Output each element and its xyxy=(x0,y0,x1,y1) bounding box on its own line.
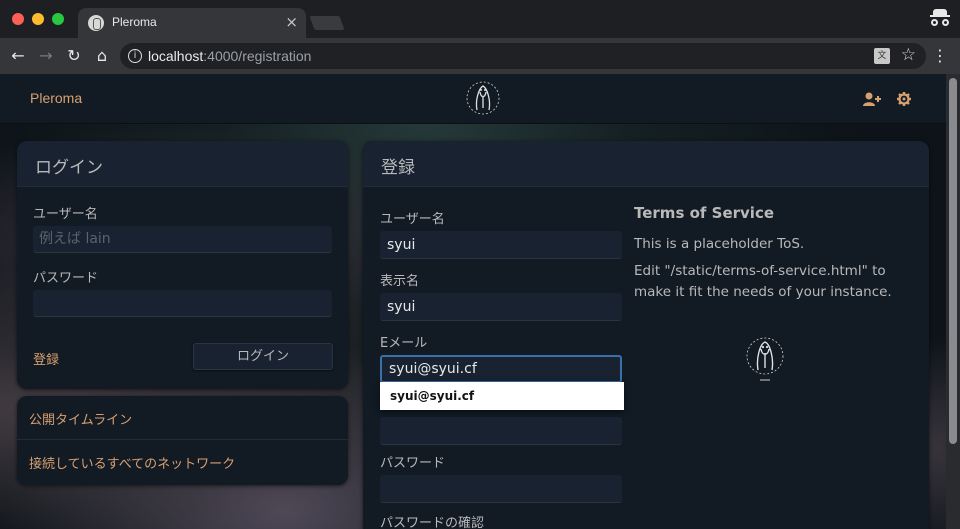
reg-email-input[interactable]: syui@syui.cf xyxy=(380,355,622,383)
user-plus-icon[interactable] xyxy=(863,92,881,106)
pleroma-favicon-icon xyxy=(88,15,104,31)
minimize-window-button[interactable] xyxy=(32,13,44,25)
reg-display-name-field: 表示名 syui xyxy=(380,270,622,321)
login-username-input[interactable]: 例えば lain xyxy=(33,226,332,253)
reg-password-input[interactable] xyxy=(380,475,622,503)
reg-display-name-input[interactable]: syui xyxy=(380,293,622,321)
new-tab-button[interactable] xyxy=(309,16,345,30)
page-viewport: Pleroma ログイン ユーザー名 例えば lain パスワード 登録 ログイ… xyxy=(0,74,946,529)
forward-icon[interactable]: → xyxy=(36,46,56,66)
reg-bio-input[interactable] xyxy=(380,417,622,445)
tos-paragraph-2: Edit "/static/terms-of-service.html" to … xyxy=(634,263,892,300)
menu-icon[interactable]: ⋮ xyxy=(932,46,948,66)
url-path: :4000/registration xyxy=(203,48,312,64)
tab-title: Pleroma xyxy=(112,15,157,29)
timeline-nav-panel: 公開タイムライン 接続しているすべてのネットワーク xyxy=(17,396,348,485)
address-bar[interactable]: i localhost:4000/registration 文 ☆ xyxy=(120,43,926,69)
url-host: localhost xyxy=(148,48,204,64)
reg-password-field: パスワード xyxy=(380,452,622,503)
browser-toolbar: ← → ↻ ⌂ i localhost:4000/registration 文 … xyxy=(0,38,960,74)
reload-icon[interactable]: ↻ xyxy=(64,46,84,66)
translate-icon[interactable]: 文 xyxy=(874,48,890,64)
reg-username-field: ユーザー名 syui xyxy=(380,208,622,259)
site-navbar: Pleroma xyxy=(0,74,946,124)
register-link[interactable]: 登録 xyxy=(33,349,59,368)
username-label: ユーザー名 xyxy=(33,207,98,222)
login-panel: ログイン ユーザー名 例えば lain パスワード 登録 ログイン xyxy=(17,141,348,389)
registration-panel: 登録 ユーザー名 syui 表示名 syui Eメール syui@syui.cf… xyxy=(363,141,929,529)
reg-username-input[interactable]: syui xyxy=(380,231,622,259)
login-heading: ログイン xyxy=(17,141,348,187)
scrollbar-thumb[interactable] xyxy=(949,78,957,444)
home-icon[interactable]: ⌂ xyxy=(92,46,112,66)
federated-timeline-link[interactable]: 接続しているすべてのネットワーク xyxy=(17,440,348,484)
page-scrollbar[interactable] xyxy=(946,74,960,529)
site-name-link[interactable]: Pleroma xyxy=(30,90,82,106)
reg-email-field: Eメール syui@syui.cf xyxy=(380,332,622,383)
tab-close-icon[interactable]: × xyxy=(285,13,298,31)
info-icon[interactable]: i xyxy=(128,49,142,63)
password-label: パスワード xyxy=(33,271,99,286)
maximize-window-button[interactable] xyxy=(52,13,64,25)
reg-email-label: Eメール xyxy=(380,336,428,351)
reg-display-name-label: 表示名 xyxy=(380,274,420,289)
cog-icon[interactable] xyxy=(897,92,911,106)
tos-paragraph-1: This is a placeholder ToS. xyxy=(634,236,805,252)
pleroma-logo xyxy=(746,337,784,381)
reg-bio-field xyxy=(380,417,622,445)
url-text[interactable]: localhost:4000/registration xyxy=(148,48,311,64)
reg-password-confirm-field: パスワードの確認 xyxy=(380,512,622,529)
close-window-button[interactable] xyxy=(12,13,24,25)
email-autocomplete-option[interactable]: syui@syui.cf xyxy=(380,382,624,410)
star-icon[interactable]: ☆ xyxy=(901,45,916,65)
terms-of-service: Terms of Service This is a placeholder T… xyxy=(634,203,914,309)
browser-tab-bar: Pleroma × xyxy=(0,0,960,38)
browser-tab[interactable]: Pleroma × xyxy=(78,8,306,38)
reg-password-label: パスワード xyxy=(380,456,446,471)
back-icon[interactable]: ← xyxy=(8,46,28,66)
login-password-input[interactable] xyxy=(33,290,332,317)
tos-heading: Terms of Service xyxy=(634,204,775,222)
pleroma-logo[interactable] xyxy=(463,78,503,118)
public-timeline-link[interactable]: 公開タイムライン xyxy=(17,396,348,440)
reg-username-label: ユーザー名 xyxy=(380,212,445,227)
incognito-icon xyxy=(930,9,950,27)
reg-password-confirm-label: パスワードの確認 xyxy=(380,516,485,529)
login-button[interactable]: ログイン xyxy=(193,343,333,370)
registration-heading: 登録 xyxy=(363,141,929,187)
